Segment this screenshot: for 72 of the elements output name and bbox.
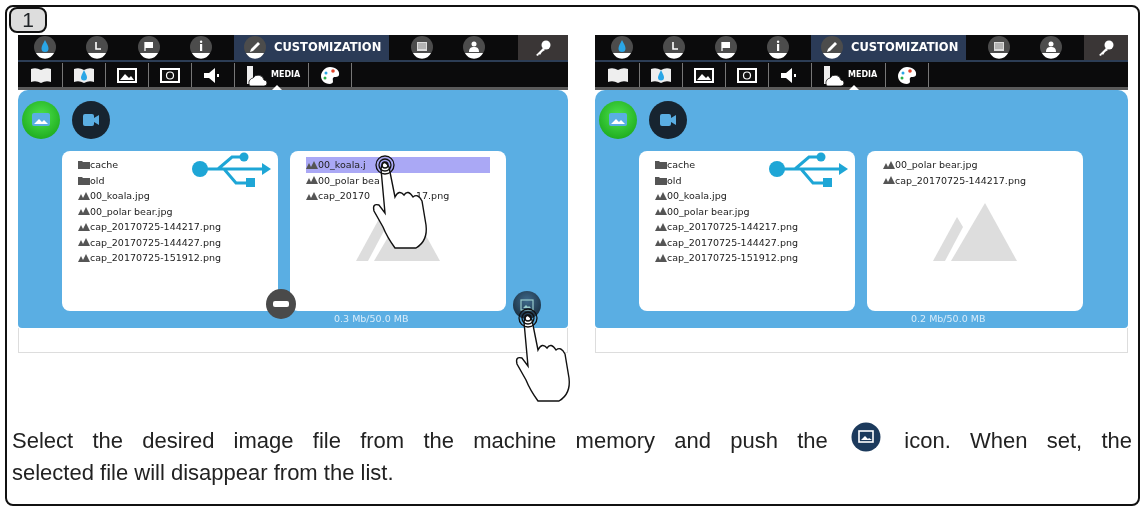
- caption-text: selected file will disappear from the list.: [12, 460, 394, 485]
- caption-text: icon. When set, the: [904, 428, 1132, 453]
- file-name[interactable]: cap_20170725-144427.png: [667, 234, 798, 250]
- file-name[interactable]: cap_20170725-144217.png: [90, 219, 221, 235]
- step-number: 1: [9, 7, 47, 33]
- image-file-icon: [883, 160, 895, 169]
- storage-usage: 0.2 Mb/50.0 MB: [910, 311, 987, 326]
- image-file-icon: [78, 191, 90, 200]
- key-button[interactable]: [518, 35, 568, 60]
- flag-icon: [136, 35, 162, 60]
- image-mode-button[interactable]: [22, 101, 60, 139]
- key-icon: [534, 38, 552, 57]
- image-file-icon: [78, 207, 90, 216]
- file-name[interactable]: old: [667, 172, 682, 188]
- panel-icon: [986, 35, 1013, 60]
- file-name[interactable]: cap_20170725-144217.png: [667, 219, 798, 235]
- video-mode-button[interactable]: [72, 101, 110, 139]
- image-file-icon: [655, 222, 667, 231]
- remove-button[interactable]: [266, 289, 296, 319]
- image-file-icon: [306, 191, 318, 200]
- drop-icon: [609, 35, 635, 60]
- menu-tab[interactable]: CUSTOMIZATION: [234, 35, 390, 60]
- folder-icon: [78, 160, 90, 170]
- pencil-icon: [819, 35, 845, 60]
- image-file-icon: [883, 176, 895, 185]
- pencil-icon: [242, 35, 268, 60]
- file-row[interactable]: 00_koala.j: [306, 157, 490, 173]
- menu-tab[interactable]: CUSTOMIZATION: [811, 35, 967, 60]
- clock-icon: [661, 35, 687, 60]
- info-icon: [188, 35, 214, 60]
- clock-icon: [84, 35, 110, 60]
- image-file-icon: [306, 176, 318, 185]
- storage-usage: 0.3 Mb/50.0 MB: [333, 311, 410, 326]
- image-button-icon: [851, 422, 882, 452]
- file-row[interactable]: 00_polar bea: [306, 172, 506, 188]
- panel-icon: [409, 35, 436, 60]
- video-mode-button[interactable]: [649, 101, 687, 139]
- caption-text: Select the desired image file from the machine memory and push the: [12, 428, 828, 453]
- image-file-icon: [78, 238, 90, 247]
- folder-icon: [655, 160, 667, 170]
- file-row[interactable]: 00_polar bear.jpg: [883, 157, 1083, 173]
- info-icon: [765, 35, 791, 60]
- mountain-icon: [933, 203, 1017, 263]
- folder-icon: [78, 175, 90, 185]
- key-button[interactable]: [1084, 35, 1128, 60]
- image-file-icon: [655, 191, 667, 200]
- image-icon: [520, 299, 534, 311]
- file-name[interactable]: 00_koala.jpg: [90, 188, 150, 204]
- person-icon: [461, 35, 488, 60]
- key-icon: [1097, 38, 1116, 57]
- folder-icon: [655, 175, 667, 185]
- file-name[interactable]: cap_20170725-144427.png: [90, 234, 221, 250]
- flag-icon: [713, 35, 739, 60]
- drop-icon: [32, 35, 58, 60]
- file-name[interactable]: cache: [90, 157, 119, 173]
- file-name[interactable]: 00_koala.jpg: [667, 188, 727, 204]
- file-name[interactable]: cap_20170725-151912.png: [667, 250, 798, 266]
- image-file-icon: [655, 238, 667, 247]
- file-name[interactable]: cache: [667, 157, 696, 173]
- file-name[interactable]: old: [90, 172, 105, 188]
- image-file-icon: [306, 160, 318, 169]
- file-name[interactable]: cap_20170725-151912.png: [90, 250, 221, 266]
- minus-icon: [273, 301, 289, 307]
- image-mode-button[interactable]: [599, 101, 637, 139]
- person-icon: [1038, 35, 1065, 60]
- image-file-icon: [655, 207, 667, 216]
- file-name[interactable]: 00_polar bear.jpg: [90, 203, 173, 219]
- file-name[interactable]: 00_polar bear.jpg: [667, 203, 750, 219]
- image-file-icon: [78, 253, 90, 262]
- image-file-icon: [655, 253, 667, 262]
- image-file-icon: [78, 222, 90, 231]
- file-row[interactable]: cap_20170725-144217.png: [883, 172, 1083, 188]
